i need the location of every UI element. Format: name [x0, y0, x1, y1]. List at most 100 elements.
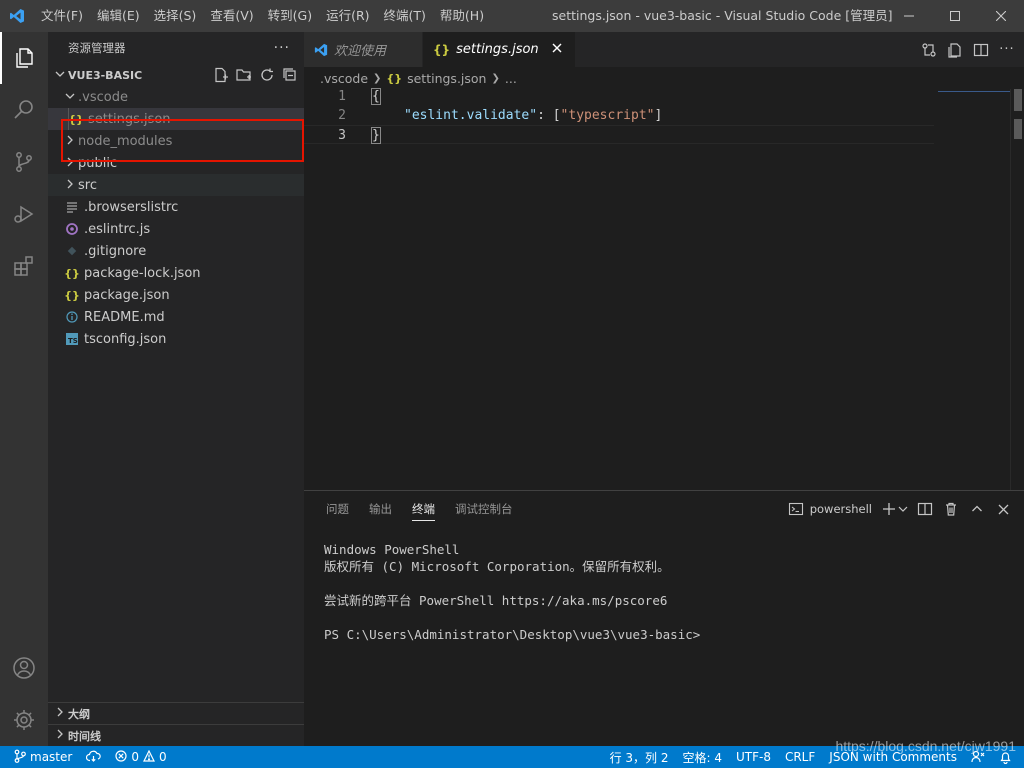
close-button[interactable]: [978, 0, 1024, 32]
terminal-line: 版权所有 (C) Microsoft Corporation。保留所有权利。: [324, 559, 670, 574]
tree-folder-src[interactable]: src: [48, 174, 304, 196]
cursor-position[interactable]: 行 3，列 2: [603, 746, 676, 768]
tree-file-readme[interactable]: README.md: [48, 306, 304, 328]
editor-scrollbar[interactable]: [1010, 89, 1024, 490]
add-terminal-icon[interactable]: [880, 500, 898, 518]
tab-output[interactable]: 输出: [359, 491, 402, 527]
new-file-icon[interactable]: [212, 67, 229, 84]
menu-go[interactable]: 转到(G): [261, 0, 319, 32]
tree-file-browserslistrc[interactable]: .browserslistrc: [48, 196, 304, 218]
chevron-right-icon: [62, 179, 78, 192]
line-ending[interactable]: CRLF: [778, 746, 822, 768]
branch-indicator[interactable]: master: [0, 746, 79, 768]
terminal-selector[interactable]: powershell: [787, 500, 872, 518]
explorer-header: 资源管理器 ···: [48, 32, 304, 64]
tab-settings-json[interactable]: {} settings.json: [423, 32, 576, 67]
json-open-brace: {: [371, 88, 381, 105]
tree-file-eslintrc[interactable]: .eslintrc.js: [48, 218, 304, 240]
split-editor-icon[interactable]: [972, 41, 990, 59]
encoding[interactable]: UTF-8: [729, 746, 778, 768]
tree-folder-node-modules[interactable]: node_modules: [48, 130, 304, 152]
breadcrumb-folder[interactable]: .vscode: [320, 71, 368, 86]
menu-terminal[interactable]: 终端(T): [377, 0, 433, 32]
more-actions-icon[interactable]: ···: [998, 41, 1016, 59]
indent-guide: [68, 108, 69, 130]
split-terminal-icon[interactable]: [916, 500, 934, 518]
gear-icon[interactable]: [0, 694, 48, 746]
language-mode[interactable]: JSON with Comments: [822, 746, 964, 768]
explorer-icon[interactable]: [0, 32, 48, 84]
branch-name: master: [30, 750, 73, 764]
search-icon[interactable]: [0, 84, 48, 136]
minimap-line: [938, 91, 1010, 92]
tree-file-package-lock[interactable]: {} package-lock.json: [48, 262, 304, 284]
terminal-output[interactable]: Windows PowerShell 版权所有 (C) Microsoft Co…: [324, 541, 700, 643]
menu-help[interactable]: 帮助(H): [433, 0, 491, 32]
close-icon[interactable]: [549, 42, 565, 57]
bell-icon[interactable]: [992, 746, 1024, 768]
json-string-value: "typescript": [560, 108, 655, 123]
git-branch-icon: [14, 749, 26, 766]
json-close-brace: }: [371, 127, 381, 144]
indentation[interactable]: 空格: 4: [675, 746, 729, 768]
extensions-icon[interactable]: [0, 240, 48, 292]
outline-section-header[interactable]: 大纲: [48, 702, 304, 724]
feedback-icon[interactable]: [964, 746, 992, 768]
menu-file[interactable]: 文件(F): [34, 0, 90, 32]
more-actions-button[interactable]: ···: [274, 40, 290, 56]
line-number: 1: [338, 89, 346, 104]
tree-folder-public[interactable]: public: [48, 152, 304, 174]
chevron-down-icon[interactable]: [898, 500, 908, 518]
tree-file-gitignore[interactable]: .gitignore: [48, 240, 304, 262]
source-control-icon[interactable]: [0, 136, 48, 188]
status-right: 行 3，列 2 空格: 4 UTF-8 CRLF JSON with Comme…: [603, 746, 1024, 768]
menu-edit[interactable]: 编辑(E): [90, 0, 147, 32]
tree-item-label: src: [78, 177, 97, 193]
code-line-1: 1 {: [304, 87, 934, 106]
new-folder-icon[interactable]: [235, 67, 252, 84]
chevron-up-icon[interactable]: [968, 500, 986, 518]
json-braces-icon: {}: [64, 288, 80, 302]
menu-view[interactable]: 查看(V): [203, 0, 260, 32]
tab-terminal[interactable]: 终端: [402, 491, 445, 527]
trash-icon[interactable]: [942, 500, 960, 518]
run-debug-icon[interactable]: [0, 188, 48, 240]
breadcrumb-file[interactable]: settings.json: [407, 71, 486, 86]
account-icon[interactable]: [0, 642, 48, 694]
chevron-right-icon: [52, 707, 68, 720]
project-section-header[interactable]: VUE3-BASIC: [48, 64, 304, 86]
refresh-icon[interactable]: [258, 67, 275, 84]
open-settings-icon[interactable]: [946, 41, 964, 59]
problems-indicator[interactable]: 0 0: [108, 746, 173, 768]
file-tree: .vscode {} settings.json node_modules pu…: [48, 86, 304, 350]
tab-debug-console[interactable]: 调试控制台: [445, 491, 523, 527]
title-bar: 文件(F) 编辑(E) 选择(S) 查看(V) 转到(G) 运行(R) 终端(T…: [0, 0, 1024, 32]
tab-problems[interactable]: 问题: [316, 491, 359, 527]
minimize-button[interactable]: [886, 0, 932, 32]
tree-file-package-json[interactable]: {} package.json: [48, 284, 304, 306]
tree-folder-vscode[interactable]: .vscode: [48, 86, 304, 108]
code-editor[interactable]: 1 { 2 "eslint.validate": ["typescript"] …: [304, 87, 1024, 490]
compare-changes-icon[interactable]: [920, 41, 938, 59]
explorer-actions: [212, 64, 298, 86]
scrollbar-thumb[interactable]: [1014, 119, 1022, 139]
collapse-all-icon[interactable]: [281, 67, 298, 84]
scrollbar-thumb[interactable]: [1014, 89, 1022, 111]
tree-file-tsconfig[interactable]: TS tsconfig.json: [48, 328, 304, 350]
timeline-section-header[interactable]: 时间线: [48, 724, 304, 746]
tab-welcome[interactable]: 欢迎使用: [304, 32, 424, 67]
outline-title: 大纲: [68, 707, 90, 721]
maximize-button[interactable]: [932, 0, 978, 32]
menu-run[interactable]: 运行(R): [319, 0, 376, 32]
close-icon[interactable]: [994, 500, 1012, 518]
tree-file-settings-json[interactable]: {} settings.json: [48, 108, 304, 130]
menu-selection[interactable]: 选择(S): [147, 0, 204, 32]
breadcrumb-symbol[interactable]: ...: [505, 71, 517, 86]
chevron-right-icon: ❯: [373, 72, 382, 84]
eslint-icon: [64, 221, 80, 237]
ts-icon: TS: [64, 331, 80, 347]
minimap[interactable]: [938, 89, 1010, 490]
error-icon: [115, 749, 127, 765]
sync-button[interactable]: [79, 746, 108, 768]
